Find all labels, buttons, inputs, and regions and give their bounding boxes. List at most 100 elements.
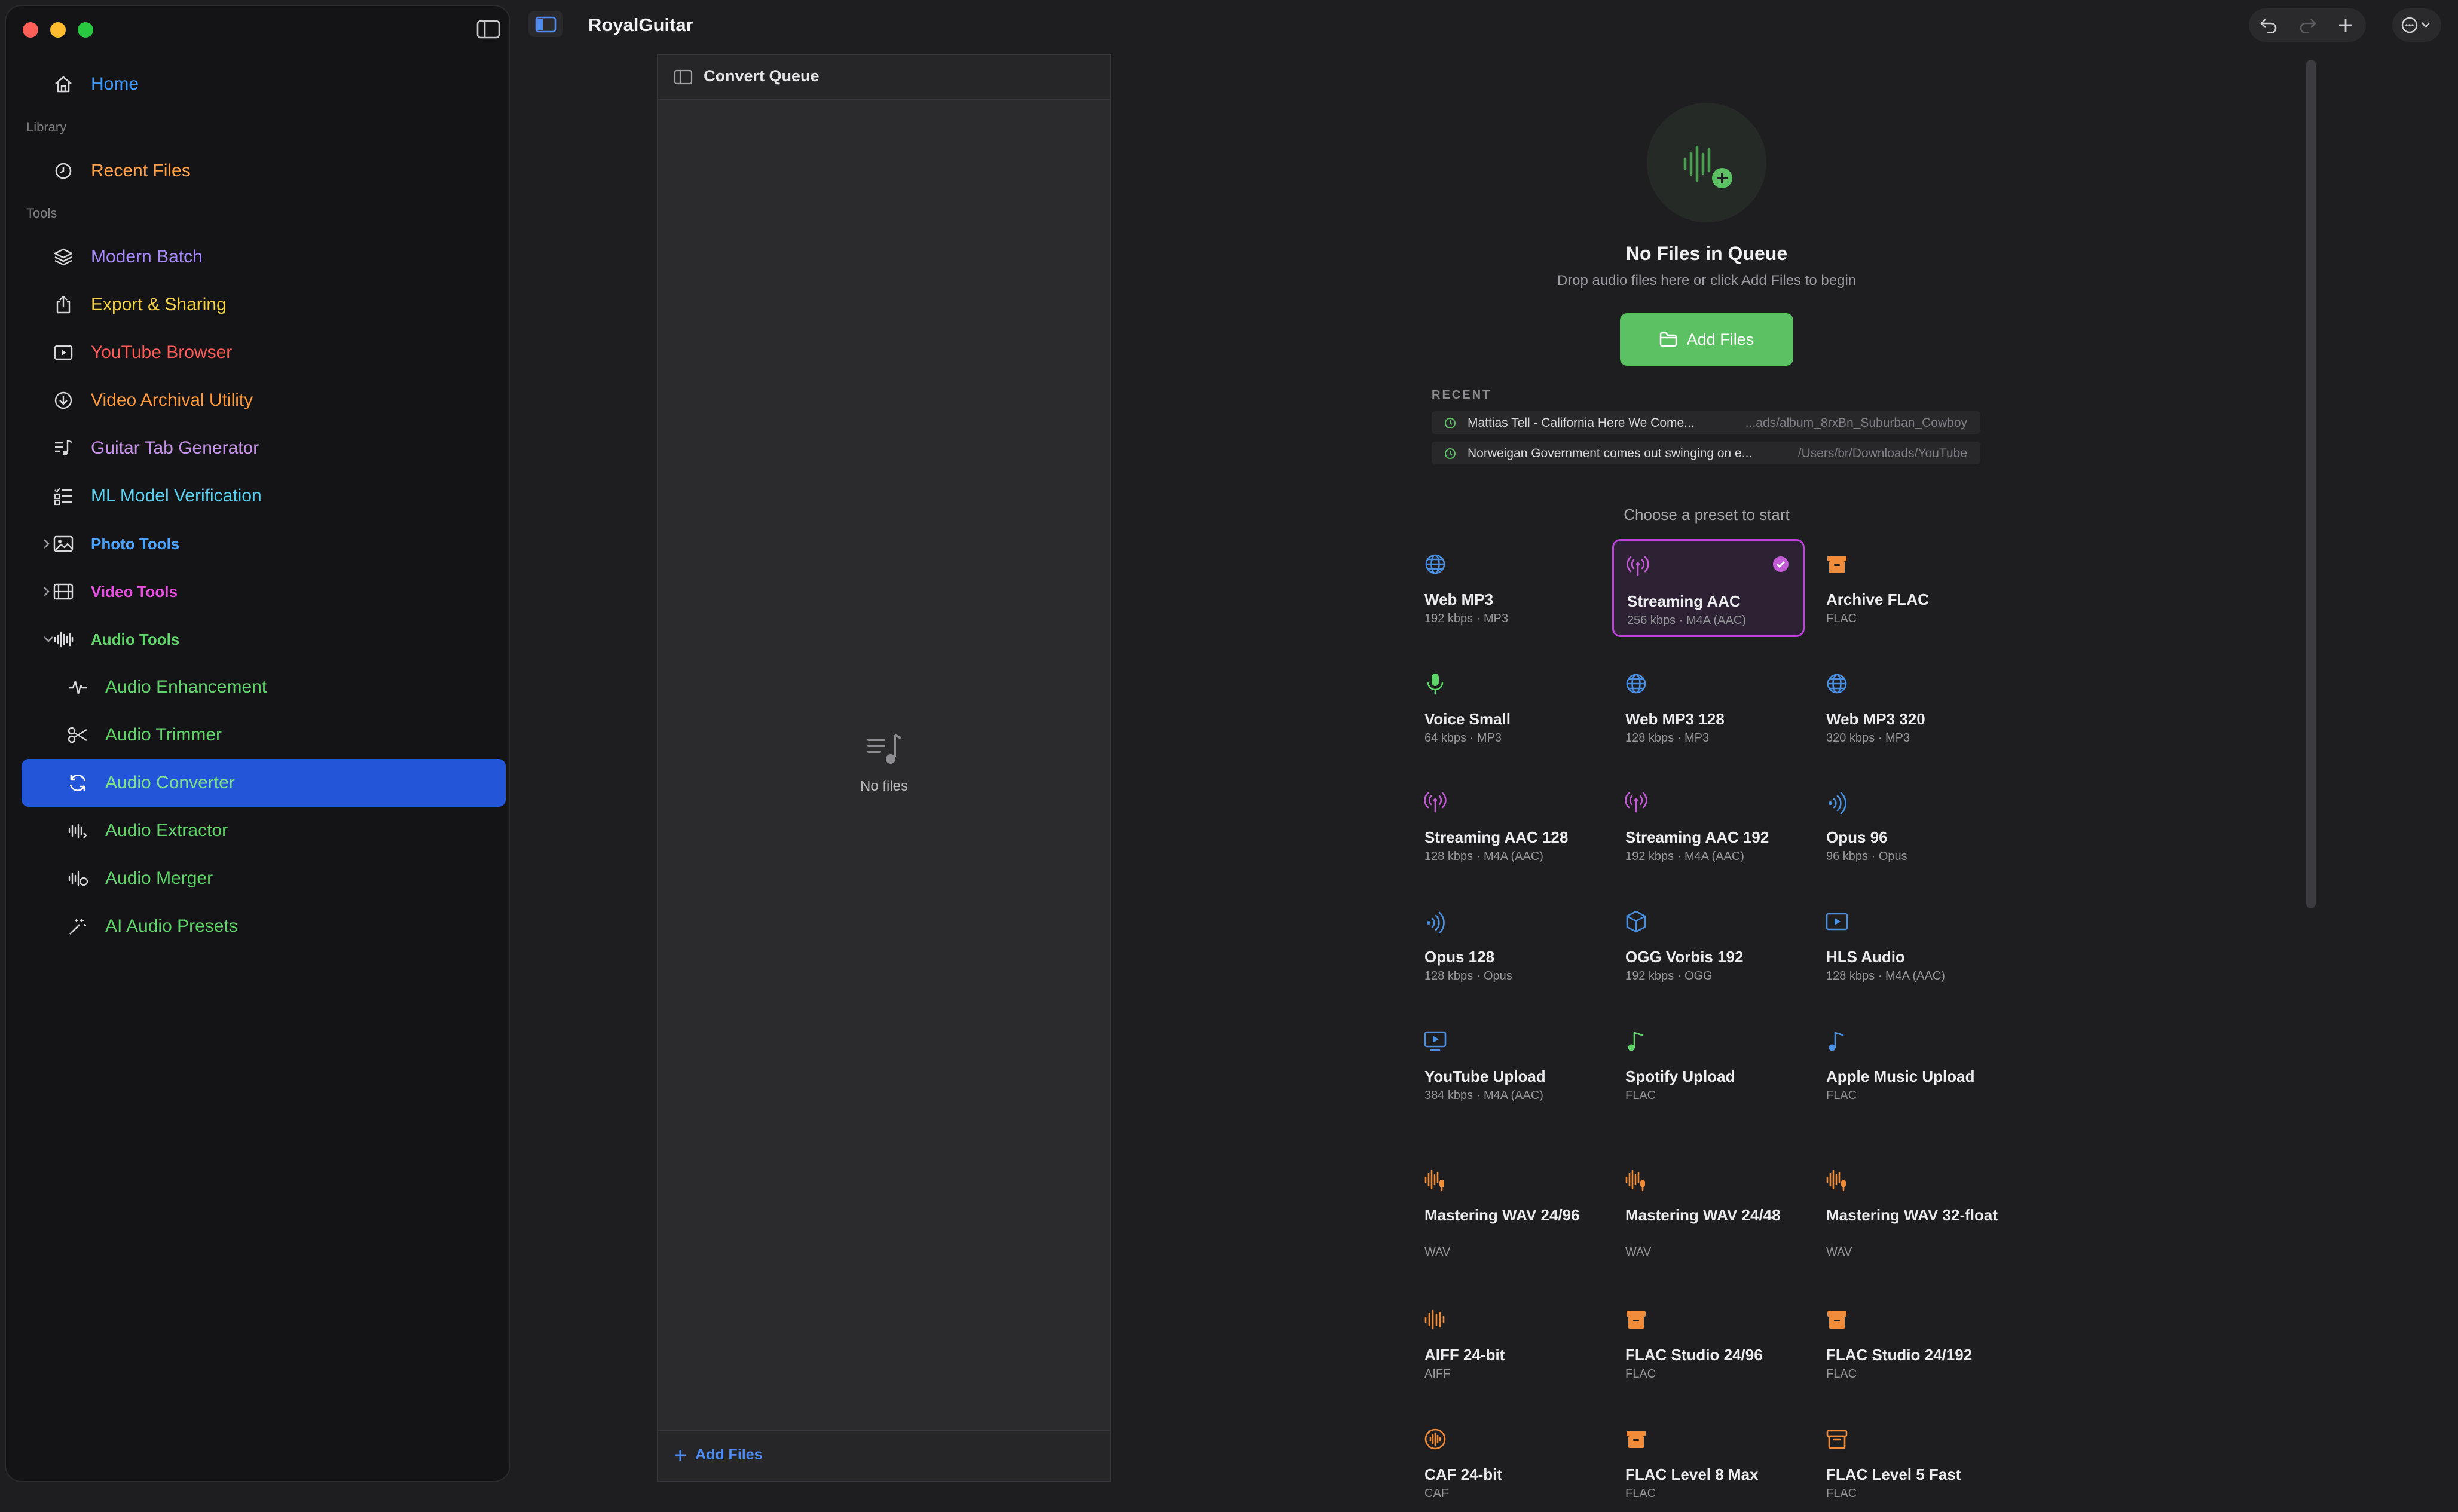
- broadcast-icon: [1625, 792, 1647, 813]
- play-tv-icon: [1424, 1031, 1447, 1051]
- sidebar-toggle-icon[interactable]: [476, 19, 500, 39]
- add-files-label: Add Files: [1686, 330, 1754, 348]
- sidebar-item-label: Audio Enhancement: [105, 677, 267, 697]
- sidebar-group-label: Photo Tools: [91, 534, 180, 553]
- ellipsis-circle-icon: [2401, 17, 2430, 33]
- preset-card[interactable]: Streaming AAC 192 192 kbps · M4A (AAC): [1612, 777, 1805, 875]
- sidebar-group-photo-tools[interactable]: Photo Tools: [22, 520, 506, 568]
- archive-box-icon: [1627, 1431, 1646, 1448]
- preset-card[interactable]: OGG Vorbis 192 192 kbps · OGG: [1612, 896, 1805, 994]
- preset-card[interactable]: Mastering WAV 32-float WAV: [1813, 1155, 2005, 1259]
- close-window-button[interactable]: [23, 22, 38, 38]
- sidebar-item-home[interactable]: Home: [22, 60, 506, 108]
- preset-detail: 128 kbps · Opus: [1424, 969, 1512, 983]
- sound-waves-icon: [1829, 792, 1846, 814]
- preset-card[interactable]: Streaming AAC 128 128 kbps · M4A (AAC): [1411, 777, 1604, 875]
- convert-queue-panel: Convert Queue No files Add Files: [657, 54, 1111, 1482]
- preset-card[interactable]: FLAC Studio 24/96 FLAC: [1612, 1294, 1805, 1392]
- preset-card[interactable]: FLAC Studio 24/192 FLAC: [1813, 1294, 2005, 1392]
- sidebar-item-label: Home: [91, 74, 139, 94]
- preset-card[interactable]: Web MP3 192 kbps · MP3: [1411, 539, 1604, 637]
- chevron-down-icon[interactable]: [42, 635, 55, 644]
- undo-icon[interactable]: [2260, 17, 2277, 33]
- preset-detail: FLAC: [1625, 1367, 1656, 1381]
- preset-card[interactable]: Web MP3 128 128 kbps · MP3: [1612, 659, 1805, 757]
- preset-card[interactable]: Opus 96 96 kbps · Opus: [1813, 777, 2005, 875]
- minimize-window-button[interactable]: [50, 22, 66, 38]
- broadcast-icon: [1424, 792, 1447, 813]
- preset-card[interactable]: Apple Music Upload FLAC: [1813, 1016, 2005, 1114]
- play-rectangle-icon: [51, 341, 75, 365]
- sidebar-item-audio-extractor[interactable]: Audio Extractor: [22, 807, 506, 855]
- sidebar-group-video-tools[interactable]: Video Tools: [22, 568, 506, 616]
- sidebar-item-label: Guitar Tab Generator: [91, 438, 259, 458]
- preset-card[interactable]: CAF 24-bit CAF: [1411, 1414, 1604, 1512]
- redo-icon[interactable]: [2299, 17, 2317, 33]
- more-options-button[interactable]: [2392, 8, 2441, 42]
- sidebar-group-audio-tools[interactable]: Audio Tools: [22, 616, 506, 663]
- queue-empty-text: No files: [860, 778, 909, 794]
- recent-file-row[interactable]: Norweigan Government comes out swinging …: [1432, 442, 1980, 464]
- preset-detail: WAV: [1826, 1245, 1852, 1259]
- sidebar-item-guitar-tab-generator[interactable]: Guitar Tab Generator: [22, 424, 506, 472]
- plus-icon[interactable]: [2337, 17, 2354, 33]
- checklist-icon: [51, 484, 75, 508]
- preset-card[interactable]: FLAC Level 8 Max FLAC: [1612, 1414, 1805, 1512]
- waveform-mic-icon: [1826, 1170, 1846, 1192]
- waveform-icon: [1424, 1309, 1445, 1330]
- preset-detail: 192 kbps · MP3: [1424, 612, 1509, 625]
- sidebar-item-modern-batch[interactable]: Modern Batch: [22, 233, 506, 281]
- sidebar-item-export-sharing[interactable]: Export & Sharing: [22, 281, 506, 329]
- sidebar-group-label: Audio Tools: [91, 630, 180, 648]
- sidebar-item-audio-trimmer[interactable]: Audio Trimmer: [22, 711, 506, 759]
- preset-card[interactable]: FLAC Level 5 Fast FLAC: [1813, 1414, 2005, 1512]
- preset-name: Apple Music Upload: [1826, 1067, 1975, 1085]
- music-note-icon: [1829, 1032, 1844, 1051]
- preset-detail: FLAC: [1625, 1487, 1656, 1500]
- preset-card[interactable]: AIFF 24-bit AIFF: [1411, 1294, 1604, 1392]
- sidebar-item-label: ML Model Verification: [91, 486, 262, 506]
- empty-title: No Files in Queue: [1625, 243, 1788, 264]
- sidebar-item-youtube-browser[interactable]: YouTube Browser: [22, 329, 506, 377]
- sidebar-item-audio-merger[interactable]: Audio Merger: [22, 855, 506, 902]
- zoom-window-button[interactable]: [78, 22, 93, 38]
- preset-card[interactable]: Web MP3 320 320 kbps · MP3: [1813, 659, 2005, 757]
- chevron-right-icon[interactable]: [42, 585, 51, 598]
- preset-card[interactable]: Voice Small 64 kbps · MP3: [1411, 659, 1604, 757]
- sidebar-item-ml-model-verification[interactable]: ML Model Verification: [22, 472, 506, 520]
- preset-name: Mastering WAV 24/96: [1424, 1206, 1580, 1224]
- preset-card[interactable]: HLS Audio 128 kbps · M4A (AAC): [1813, 896, 2005, 994]
- sidebar-item-label: Recent Files: [91, 161, 191, 180]
- queue-add-files-button[interactable]: Add Files: [695, 1446, 763, 1464]
- preset-name: Spotify Upload: [1625, 1067, 1735, 1085]
- preset-detail: WAV: [1625, 1245, 1652, 1259]
- preset-card[interactable]: Opus 128 128 kbps · Opus: [1411, 896, 1604, 994]
- sidebar-view-button[interactable]: [528, 11, 563, 37]
- recent-file-row[interactable]: Mattias Tell - California Here We Come..…: [1432, 411, 1980, 434]
- scrollbar[interactable]: [2306, 60, 2316, 908]
- preset-detail: 320 kbps · MP3: [1826, 731, 1910, 745]
- add-files-button[interactable]: Add Files: [1620, 313, 1793, 366]
- sidebar-item-recent-files[interactable]: Recent Files: [22, 147, 506, 195]
- sidebar-item-audio-converter[interactable]: Audio Converter: [22, 759, 506, 807]
- sidebar-item-audio-enhancement[interactable]: Audio Enhancement: [22, 663, 506, 711]
- choose-preset-heading: Choose a preset to start: [1624, 506, 1790, 524]
- preset-card[interactable]: Spotify Upload FLAC: [1612, 1016, 1805, 1114]
- music-note-icon: [1628, 1032, 1643, 1051]
- download-circle-icon: [51, 388, 75, 412]
- sidebar-item-ai-audio-presets[interactable]: AI Audio Presets: [22, 902, 506, 950]
- waveform-mic-icon: [1424, 1170, 1444, 1192]
- sidebar-panel-icon[interactable]: [674, 69, 693, 85]
- archive-box-icon: [1627, 1311, 1646, 1329]
- preset-card[interactable]: YouTube Upload 384 kbps · M4A (AAC): [1411, 1016, 1604, 1114]
- app-title: RoyalGuitar: [588, 14, 693, 35]
- queue-title: Convert Queue: [704, 67, 820, 85]
- sidebar-item-video-archival-utility[interactable]: Video Archival Utility: [22, 377, 506, 424]
- sidebar-item-label: Modern Batch: [91, 247, 203, 267]
- preset-card[interactable]: Archive FLAC FLAC: [1813, 539, 2005, 637]
- preset-detail: 192 kbps · M4A (AAC): [1625, 850, 1744, 863]
- chevron-right-icon[interactable]: [42, 537, 51, 550]
- preset-card[interactable]: Mastering WAV 24/48 WAV: [1612, 1155, 1805, 1259]
- preset-card[interactable]: Mastering WAV 24/96 WAV: [1411, 1155, 1604, 1259]
- preset-card[interactable]: Streaming AAC 256 kbps · M4A (AAC): [1612, 539, 1805, 637]
